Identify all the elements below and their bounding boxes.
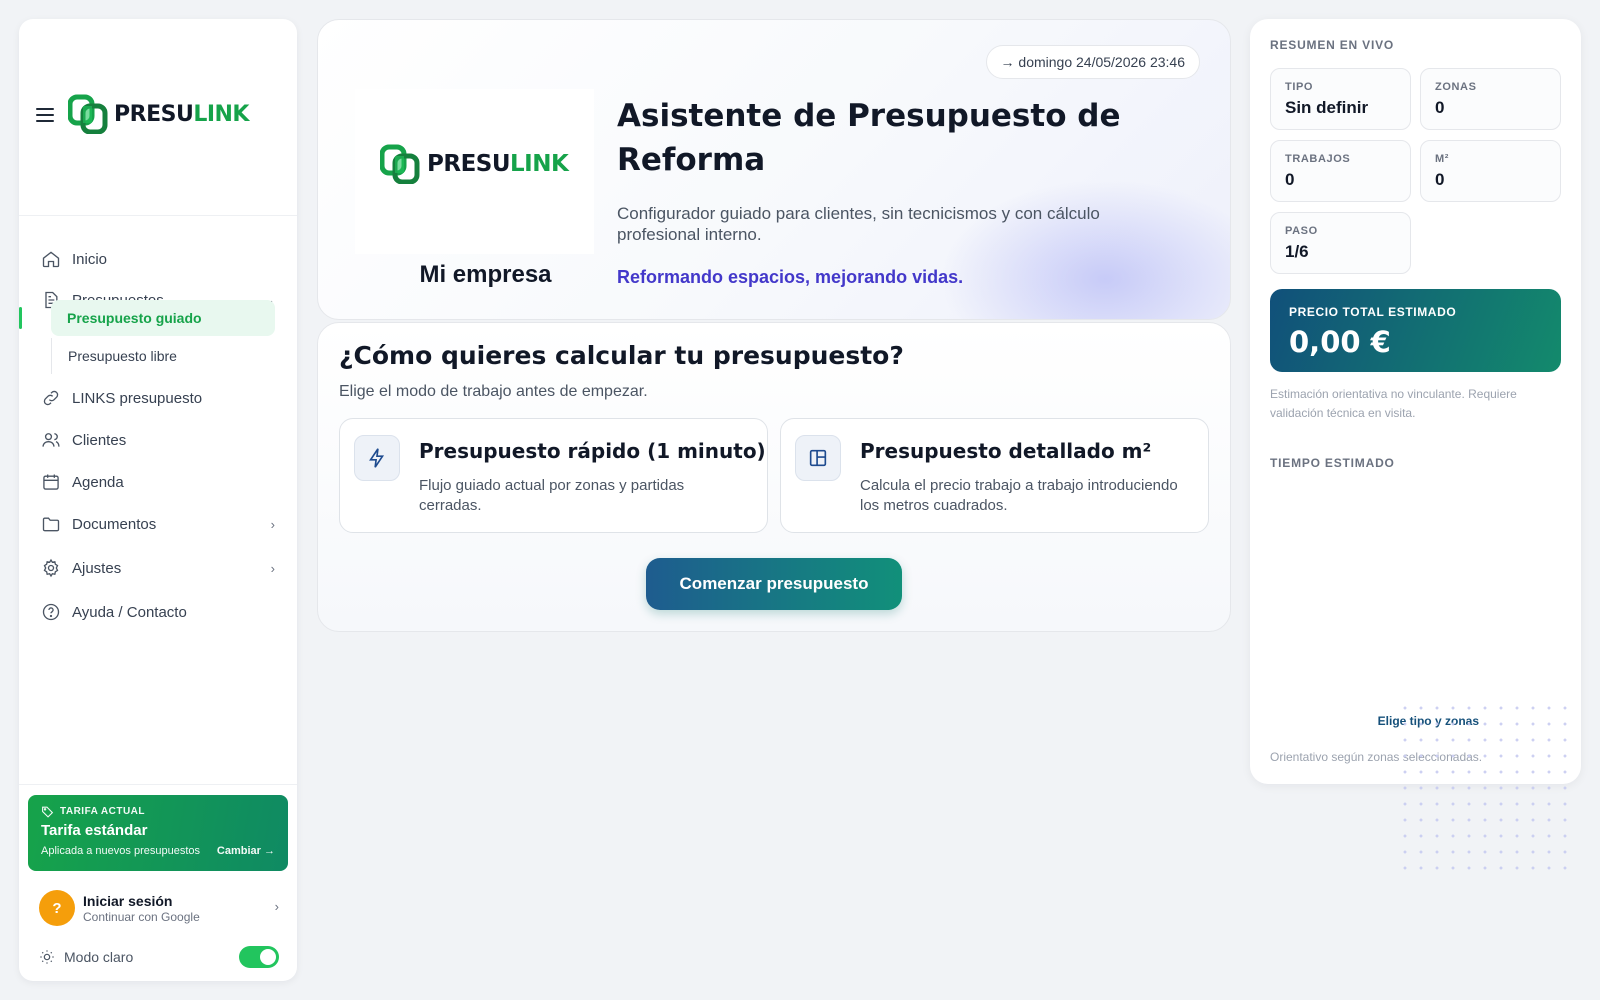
stat-value: Sin definir (1285, 98, 1369, 117)
live-summary-panel: RESUMEN EN VIVO TIPO Sin definir ZONAS 0… (1250, 19, 1581, 784)
hero-tagline: Reformando espacios, mejorando vidas. (617, 267, 964, 287)
link-icon (43, 390, 59, 406)
sidebar-item-label: Agenda (72, 473, 124, 491)
total-price-card: PRECIO TOTAL ESTIMADO 0,00 € (1270, 289, 1561, 372)
sidebar-item-presupuesto-guiado[interactable]: Presupuesto guiado (51, 300, 275, 336)
sidebar-item-label: LINKS presupuesto (72, 389, 203, 407)
sidebar-item-inicio[interactable]: Inicio (41, 241, 275, 277)
sidebar-item-label: Presupuesto libre (68, 348, 177, 364)
active-indicator (19, 307, 22, 329)
sidebar-item-links[interactable]: LINKS presupuesto (41, 380, 275, 416)
tarifa-change-link[interactable]: Cambiar → (217, 845, 275, 857)
stat-value: 0 (1285, 170, 1295, 189)
logo-mark-icon (68, 94, 108, 134)
start-budget-button[interactable]: Comenzar presupuesto (646, 558, 902, 610)
chevron-right-icon: › (270, 560, 275, 576)
theme-row: Modo claro (39, 944, 279, 970)
stat-value: 1/6 (1285, 242, 1309, 261)
logo-mark-icon (380, 144, 420, 184)
stat-label: M² (1435, 153, 1450, 165)
help-icon (42, 603, 60, 621)
sidebar-item-ayuda[interactable]: Ayuda / Contacto (41, 594, 275, 630)
hero-glow (940, 179, 1230, 319)
sidebar-item-clientes[interactable]: Clientes (41, 422, 275, 458)
summary-heading: RESUMEN EN VIVO (1270, 38, 1395, 52)
chevron-right-icon: › (270, 516, 275, 532)
option-detailed-budget[interactable]: Presupuesto detallado m² Calcula el prec… (780, 418, 1209, 533)
mode-card: ¿Cómo quieres calcular tu presupuesto? E… (317, 322, 1231, 632)
sidebar-item-label: Ajustes (72, 559, 122, 577)
price-value: 0,00 € (1289, 325, 1391, 359)
sun-icon (40, 950, 54, 964)
tarifa-kicker: TARIFA ACTUAL (41, 805, 275, 818)
sidebar-item-label: Clientes (72, 431, 127, 449)
brand-text-link: LINK (193, 101, 249, 127)
price-note: Estimación orientativa no vinculante. Re… (1270, 387, 1517, 420)
option-desc: Flujo guiado actual por zonas y partidas… (419, 477, 685, 514)
login-subtitle: Continuar con Google (83, 909, 200, 924)
page-title: Asistente de Presupuesto de Reforma (617, 98, 1121, 178)
company-logo: PRESULINK (380, 144, 569, 184)
time-heading: TIEMPO ESTIMADO (1270, 456, 1395, 470)
lightning-icon (354, 435, 400, 481)
home-icon (42, 251, 60, 268)
option-desc: Calcula el precio trabajo a trabajo intr… (860, 477, 1178, 514)
stat-label: PASO (1285, 225, 1318, 237)
folder-icon (42, 517, 60, 532)
tarifa-title: Tarifa estándar (41, 822, 148, 839)
tag-icon (42, 806, 54, 818)
stat-label: TRABAJOS (1285, 153, 1351, 165)
login-title: Iniciar sesión (83, 892, 173, 909)
login-button[interactable]: ? Iniciar sesión Continuar con Google › (39, 888, 279, 928)
sidebar-item-agenda[interactable]: Agenda (41, 464, 275, 500)
option-title: Presupuesto rápido (1 minuto) (419, 439, 766, 463)
sidebar-item-label: Ayuda / Contacto (72, 603, 187, 621)
decorative-dots (1397, 700, 1567, 870)
brand-text-presu: PRESU (427, 151, 511, 177)
sidebar-item-label: Presupuesto guiado (67, 310, 202, 326)
menu-icon[interactable] (36, 108, 54, 122)
users-icon (42, 433, 60, 447)
stat-value: 0 (1435, 98, 1445, 117)
calendar-icon (43, 474, 59, 490)
stat-tipo: TIPO Sin definir (1270, 68, 1411, 130)
sidebar-item-label: Documentos (72, 515, 157, 533)
option-quick-budget[interactable]: Presupuesto rápido (1 minuto) Flujo guia… (339, 418, 768, 533)
tarifa-desc: Aplicada a nuevos presupuestos (41, 845, 200, 857)
stat-label: TIPO (1285, 81, 1314, 93)
layout-icon (795, 435, 841, 481)
stat-trabajos: TRABAJOS 0 (1270, 140, 1411, 202)
stat-m2: M² 0 (1420, 140, 1561, 202)
stat-paso: PASO 1/6 (1270, 212, 1411, 274)
price-label: PRECIO TOTAL ESTIMADO (1289, 305, 1457, 319)
sidebar-brand: PRESULINK (19, 19, 297, 216)
stat-label: ZONAS (1435, 81, 1477, 93)
sidebar-item-documentos[interactable]: Documentos › (41, 506, 275, 542)
sidebar-item-presupuesto-libre[interactable]: Presupuesto libre (51, 338, 275, 374)
mode-title: ¿Cómo quieres calcular tu presupuesto? (339, 341, 904, 370)
hero-description: Configurador guiado para clientes, sin t… (617, 204, 1100, 244)
avatar: ? (39, 890, 75, 926)
gear-icon (43, 558, 59, 578)
stat-zonas: ZONAS 0 (1420, 68, 1561, 130)
sidebar-item-label: Inicio (72, 250, 108, 268)
date-pill: → domingo 24/05/2026 23:46 (985, 45, 1200, 79)
theme-toggle[interactable] (239, 946, 279, 968)
tarifa-card[interactable]: TARIFA ACTUAL Tarifa estándar Aplicada a… (28, 795, 288, 871)
option-title: Presupuesto detallado m² (860, 439, 1152, 463)
theme-label: Modo claro (64, 949, 134, 965)
brand-text-presu: PRESU (114, 101, 194, 127)
tarifa-kicker-text: TARIFA ACTUAL (60, 806, 146, 817)
mode-subtitle: Elige el modo de trabajo antes de empeza… (339, 383, 648, 400)
divider (19, 784, 297, 785)
sidebar: PRESULINK Inicio Presupuestos ⌄ Presupue… (19, 19, 297, 981)
brand-logo[interactable]: PRESULINK (68, 94, 249, 134)
stat-value: 0 (1435, 170, 1445, 189)
company-name: Mi empresa (419, 261, 552, 288)
hero-card: PRESULINK Mi empresa → domingo 24/05/202… (317, 19, 1231, 320)
chevron-right-icon: › (274, 899, 279, 914)
brand-text-link: LINK (510, 151, 569, 177)
sidebar-item-ajustes[interactable]: Ajustes › (41, 550, 275, 586)
